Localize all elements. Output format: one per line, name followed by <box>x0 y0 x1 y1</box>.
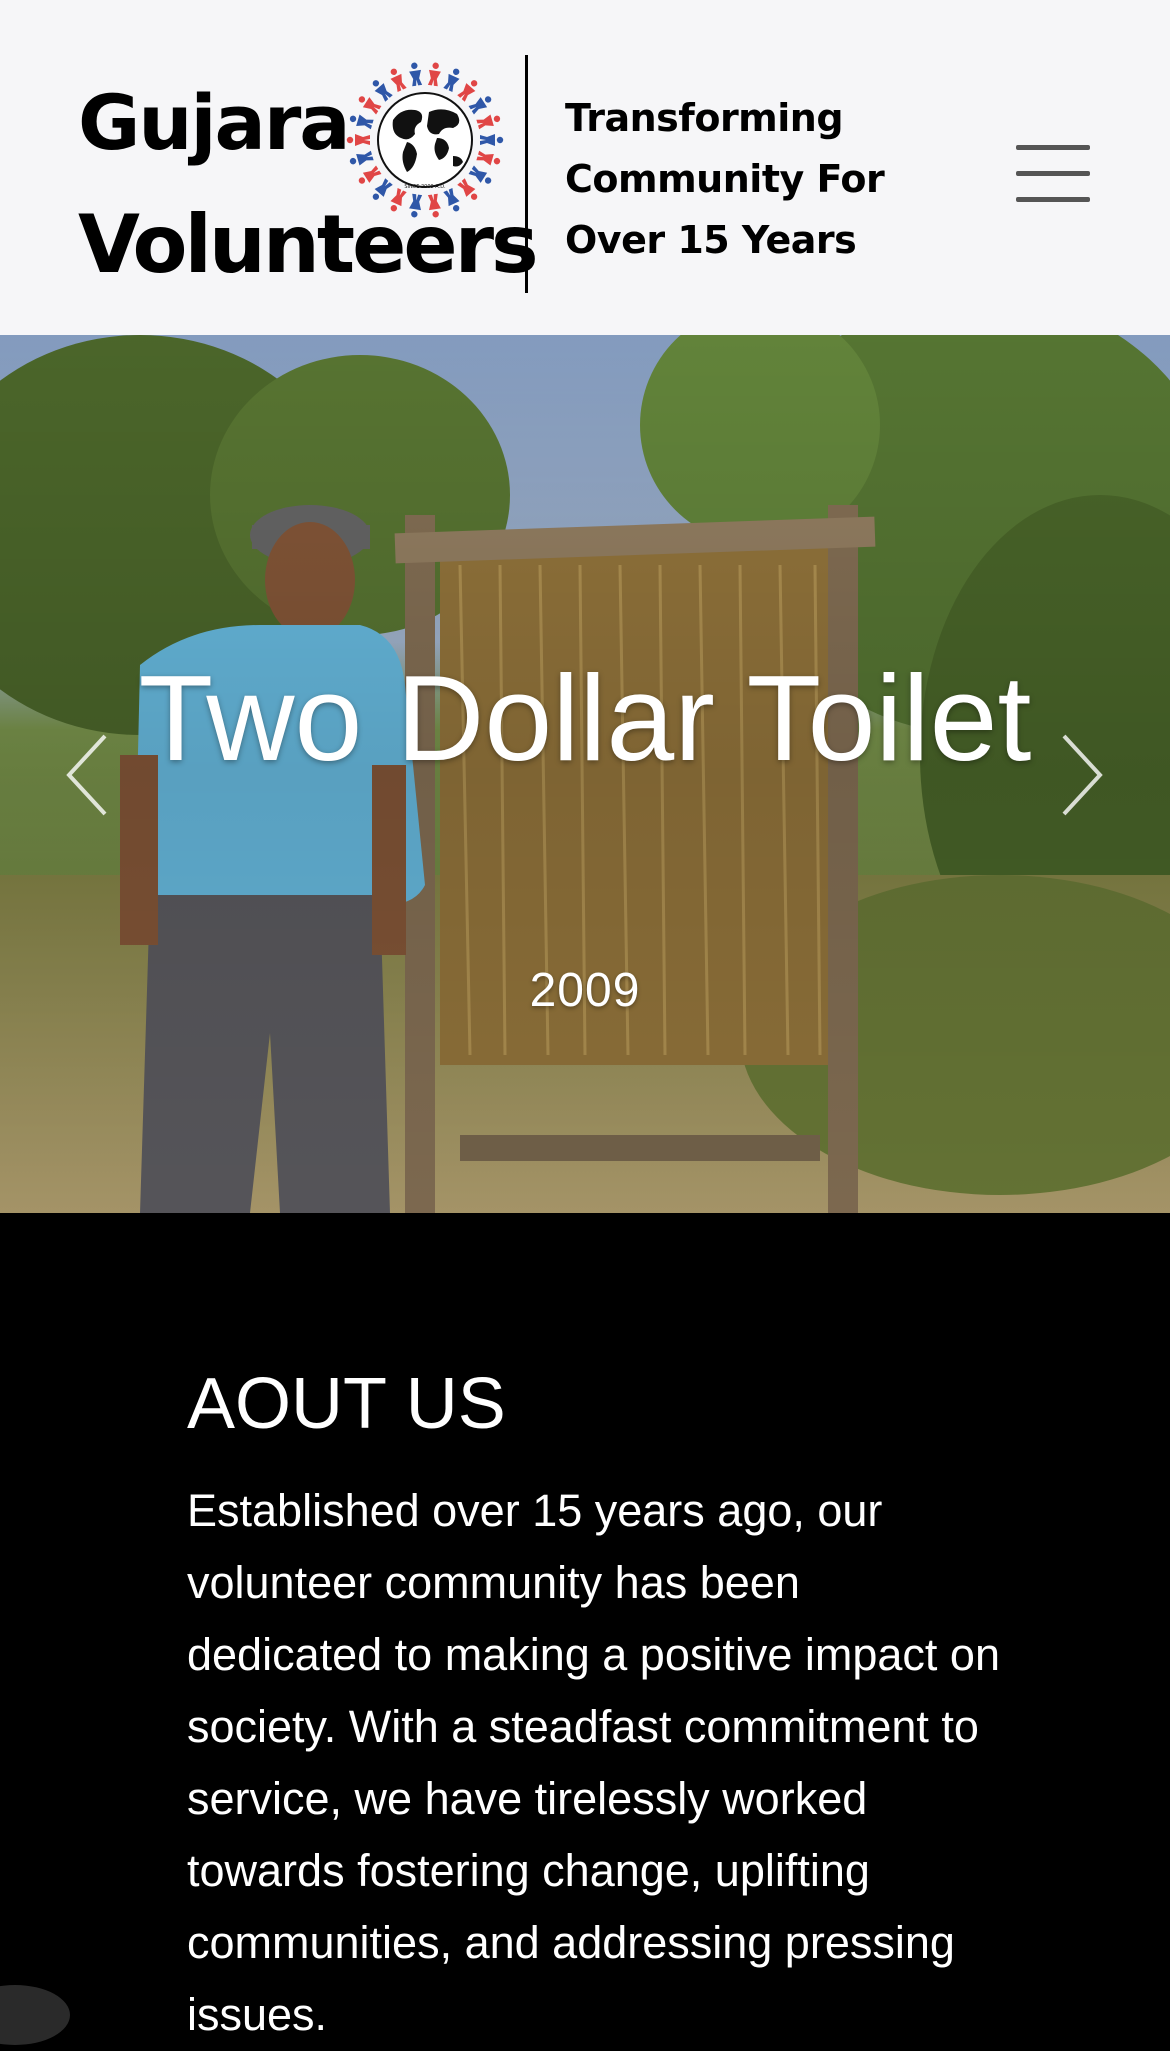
about-heading: AOUT US <box>187 1364 506 1444</box>
about-body-text: Established over 15 years ago, our volun… <box>187 1485 1000 2040</box>
logo-person-figure <box>457 178 478 200</box>
globe-people-logo-icon: SINCE 2009 A.D. <box>346 62 504 218</box>
hamburger-menu-icon[interactable] <box>1016 145 1090 205</box>
chevron-left-icon[interactable] <box>63 730 113 820</box>
logo-badge-text: SINCE 2009 A.D. <box>404 184 446 190</box>
hero-slide-title: Two Dollar Toilet <box>138 650 1032 786</box>
chevron-right-icon[interactable] <box>1056 730 1106 820</box>
logo-person-figure <box>346 134 370 146</box>
logo-person-figure <box>480 134 504 146</box>
hero-slide-year: 2009 <box>529 964 641 1017</box>
logo-person-figure <box>443 68 460 93</box>
logo-person-figure <box>476 114 501 130</box>
tagline-line: Transforming <box>565 96 844 140</box>
logo-person-figure <box>409 193 423 218</box>
logo-person-figure <box>372 80 393 102</box>
logo-person-figure <box>390 68 407 93</box>
about-section: AOUT US Established over 15 years ago, o… <box>0 1213 1170 2040</box>
logo-person-figure <box>390 187 407 212</box>
tagline-line: Community For <box>565 157 885 201</box>
logo-person-figure <box>409 62 423 87</box>
hero-slider: Two Dollar Toilet 2009 <box>0 335 1170 1213</box>
logo-person-figure <box>427 62 441 87</box>
logo-person-figure <box>468 96 492 115</box>
logo-person-figure <box>457 80 478 102</box>
logo-person-figure <box>349 150 374 166</box>
logo-person-figure <box>372 178 393 200</box>
site-header: Gujara Volunteers SINCE 2009 A.D. Transf… <box>0 0 1170 335</box>
logo-person-figure <box>358 165 382 184</box>
logo-person-figure <box>468 165 492 184</box>
tagline: Transforming Community For Over 15 Years <box>565 88 885 271</box>
header-divider <box>525 55 528 293</box>
tagline-line: Over 15 Years <box>565 218 857 262</box>
logo-person-figure <box>358 96 382 115</box>
logo-person-figure <box>349 114 374 130</box>
logo-person-figure <box>443 187 460 212</box>
logo-person-figure <box>476 150 501 166</box>
brand-name-line1: Gujara <box>78 78 351 167</box>
logo-person-figure <box>427 193 441 218</box>
